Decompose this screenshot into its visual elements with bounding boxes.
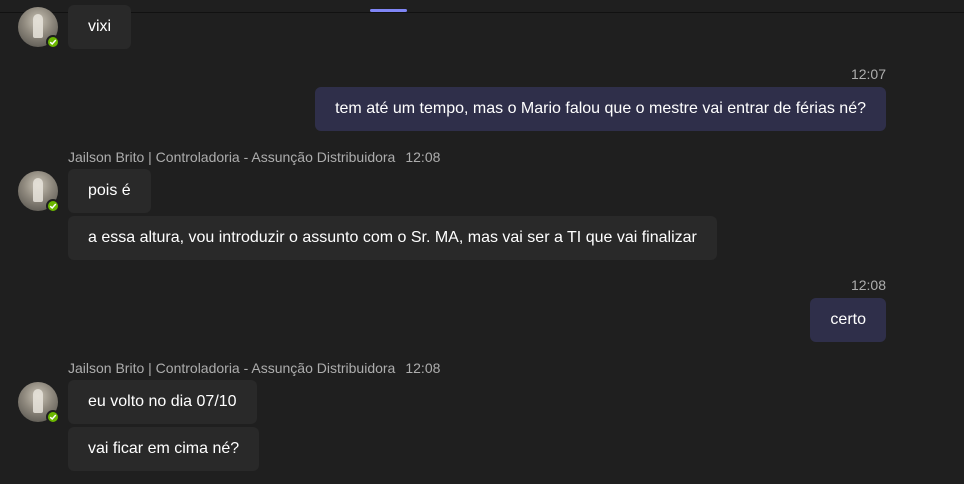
active-tab-indicator — [370, 9, 407, 12]
sender-avatar[interactable] — [18, 382, 60, 424]
sender-name[interactable]: Jailson Brito | Controladoria - Assunção… — [68, 149, 395, 165]
message-timestamp: 12:08 — [405, 360, 441, 376]
message-bubble[interactable]: eu volto no dia 07/10 — [68, 380, 257, 424]
message-timestamp: 12:07 — [850, 66, 886, 82]
check-icon — [49, 39, 57, 46]
avatar-photo — [33, 178, 43, 202]
presence-available-icon — [46, 199, 60, 213]
check-icon — [49, 414, 57, 421]
message-bubble[interactable]: pois é — [68, 169, 151, 213]
sender-avatar[interactable] — [18, 171, 60, 213]
sender-name[interactable]: Jailson Brito | Controladoria - Assunção… — [68, 360, 395, 376]
message-bubble-outgoing[interactable]: tem até um tempo, mas o Mario falou que … — [315, 87, 886, 131]
header-divider — [0, 12, 964, 13]
sender-avatar[interactable] — [18, 7, 60, 49]
message-bubble[interactable]: vixi — [68, 5, 132, 49]
avatar-photo — [33, 389, 43, 413]
presence-available-icon — [46, 35, 60, 49]
message-header: Jailson Brito | Controladoria - Assunção… — [68, 360, 440, 376]
presence-available-icon — [46, 410, 60, 424]
chat-conversation-pane: vixi 12:07 tem até um tempo, mas o Mario… — [0, 0, 964, 484]
message-bubble-outgoing[interactable]: certo — [810, 298, 886, 342]
message-header: Jailson Brito | Controladoria - Assunção… — [68, 149, 440, 165]
message-bubble[interactable]: a essa altura, vou introduzir o assunto … — [68, 216, 717, 260]
message-timestamp: 12:08 — [405, 149, 441, 165]
message-timestamp: 12:08 — [850, 277, 886, 293]
avatar-photo — [33, 14, 43, 38]
check-icon — [49, 203, 57, 210]
message-bubble[interactable]: vai ficar em cima né? — [68, 427, 260, 471]
